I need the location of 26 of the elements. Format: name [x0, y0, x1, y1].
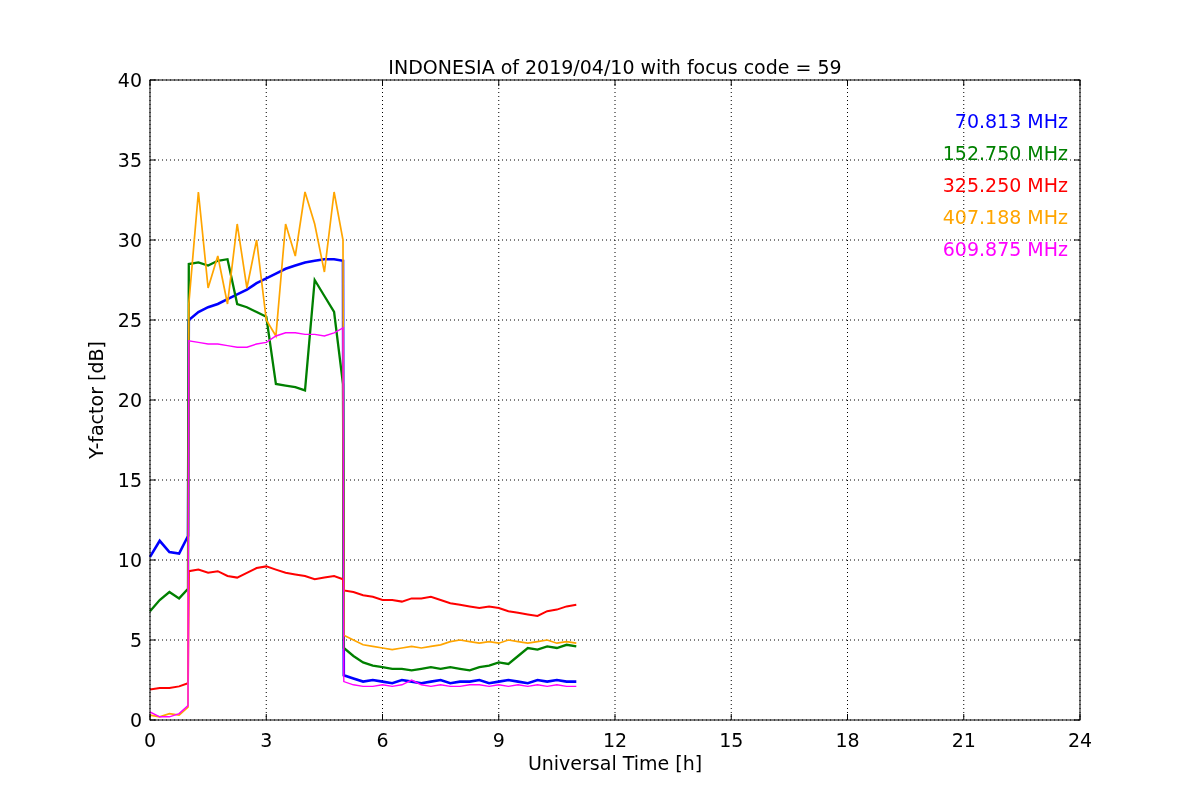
legend-label: 325.250 MHz: [942, 174, 1068, 196]
x-tick-label: 15: [719, 729, 744, 751]
y-tick-label: 25: [117, 309, 142, 331]
y-tick-label: 10: [117, 549, 142, 571]
y-tick-label: 0: [129, 709, 142, 731]
y-tick-label: 40: [117, 69, 142, 91]
y-tick-label: 35: [117, 149, 142, 171]
y-tick-label: 30: [117, 229, 142, 251]
chart-title: INDONESIA of 2019/04/10 with focus code = 59: [388, 56, 842, 78]
x-tick-label: 18: [835, 729, 860, 751]
y-tick-label: 20: [117, 389, 142, 411]
legend-label: 152.750 MHz: [942, 142, 1068, 164]
x-axis-label: Universal Time [h]: [527, 752, 703, 774]
legend-label: 70.813 MHz: [954, 110, 1068, 132]
x-tick-label: 12: [602, 729, 628, 751]
x-tick-label: 6: [376, 729, 389, 751]
x-tick-label: 0: [143, 729, 157, 751]
y-axis-label: Y-factor [dB]: [85, 341, 107, 459]
legend-label: 407.188 MHz: [942, 206, 1068, 228]
x-tick-label: 9: [492, 729, 505, 751]
y-tick-label: 15: [117, 469, 142, 491]
x-tick-label: 21: [951, 729, 976, 751]
x-tick-label: 24: [1067, 729, 1093, 751]
legend-label: 609.875 MHz: [942, 238, 1068, 260]
y-tick-label: 5: [129, 629, 142, 651]
x-tick-label: 3: [260, 729, 273, 751]
